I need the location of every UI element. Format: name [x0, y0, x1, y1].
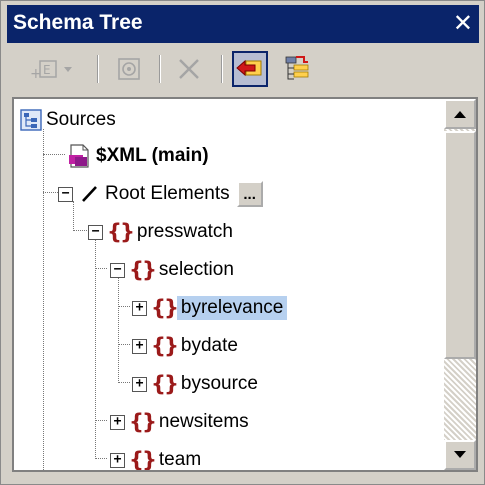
toolbar-separator [159, 55, 161, 83]
link-button[interactable] [232, 51, 268, 87]
toolbar: + E [7, 47, 479, 93]
tree-item-label: bysource [180, 373, 259, 394]
element-braces-icon: {} [129, 258, 157, 282]
scroll-down-arrow-icon [454, 451, 466, 458]
tree-item-newsitems[interactable]: + {} newsitems [110, 405, 253, 439]
tree-item-presswatch[interactable]: − {} presswatch [88, 215, 237, 249]
tree-item-selection[interactable]: − {} selection [110, 253, 238, 287]
close-icon[interactable]: ✕ [453, 9, 473, 38]
xml-document-icon [69, 144, 89, 168]
element-braces-icon: {} [107, 220, 135, 244]
properties-icon [118, 58, 140, 80]
tree-item-bysource[interactable]: + {} bysource [132, 367, 262, 401]
delete-button[interactable] [171, 51, 207, 87]
tree-item-label: Root Elements [105, 183, 230, 204]
schema-tree-view[interactable]: Sources $XML (main) − Root Elements ... … [12, 97, 478, 472]
add-element-dropdown-button[interactable]: + E [27, 51, 81, 87]
tree-item-label: presswatch [136, 221, 234, 242]
toolbar-separator [97, 55, 99, 83]
collapse-icon[interactable]: − [58, 186, 73, 202]
element-braces-icon: {} [129, 410, 157, 434]
tree-item-label: newsitems [158, 411, 249, 432]
root-slash-icon [82, 186, 97, 202]
tree-item-label: Sources [46, 109, 116, 130]
expand-icon[interactable]: + [132, 338, 147, 354]
tree-item-label: selection [158, 259, 234, 280]
red-arrow-link-icon [236, 59, 262, 77]
root-elements-ellipsis-button[interactable]: ... [236, 181, 263, 207]
tree-item-label: byrelevance [176, 296, 288, 320]
tree-item-byrelevance[interactable]: + {} byrelevance [132, 291, 288, 325]
tree-item-root-elements[interactable]: − Root Elements ... [58, 177, 263, 211]
svg-text:E: E [43, 63, 51, 77]
tree-item-label: bydate [180, 335, 238, 356]
properties-button[interactable] [111, 51, 147, 87]
collapse-icon[interactable]: − [110, 262, 125, 278]
toolbar-separator [221, 55, 223, 83]
tree-item-xml-main[interactable]: $XML (main) [66, 139, 213, 173]
panel-title: Schema Tree [13, 11, 143, 34]
element-braces-icon: {} [151, 296, 179, 320]
expand-icon[interactable]: + [110, 452, 125, 468]
tree-item-label: team [158, 449, 202, 470]
delete-x-icon [179, 59, 199, 79]
expand-icon[interactable]: + [110, 414, 125, 430]
schema-tree-panel: Schema Tree ✕ + E Sources $XML (main) − … [0, 0, 485, 485]
element-braces-icon: {} [129, 448, 157, 472]
sync-tree-button[interactable] [279, 51, 315, 87]
expand-icon[interactable]: + [132, 376, 147, 392]
tree-item-team[interactable]: + {} team [110, 443, 205, 472]
sources-icon [20, 109, 42, 131]
scrollbar-thumb[interactable] [444, 131, 476, 359]
collapse-icon[interactable]: − [88, 224, 103, 240]
title-bar: Schema Tree ✕ [7, 5, 479, 43]
scroll-up-arrow-icon [454, 111, 466, 118]
tree-item-label: $XML (main) [96, 145, 209, 166]
tree-sync-icon [285, 56, 309, 80]
tree-item-bydate[interactable]: + {} bydate [132, 329, 242, 363]
element-braces-icon: {} [151, 334, 179, 358]
scroll-down-button[interactable] [444, 440, 476, 470]
tree-item-sources[interactable]: Sources [20, 103, 120, 137]
vertical-scrollbar[interactable] [444, 99, 476, 470]
expand-icon[interactable]: + [132, 300, 147, 316]
element-braces-icon: {} [151, 372, 179, 396]
add-element-icon: + E [30, 60, 72, 82]
scroll-up-button[interactable] [444, 99, 476, 129]
